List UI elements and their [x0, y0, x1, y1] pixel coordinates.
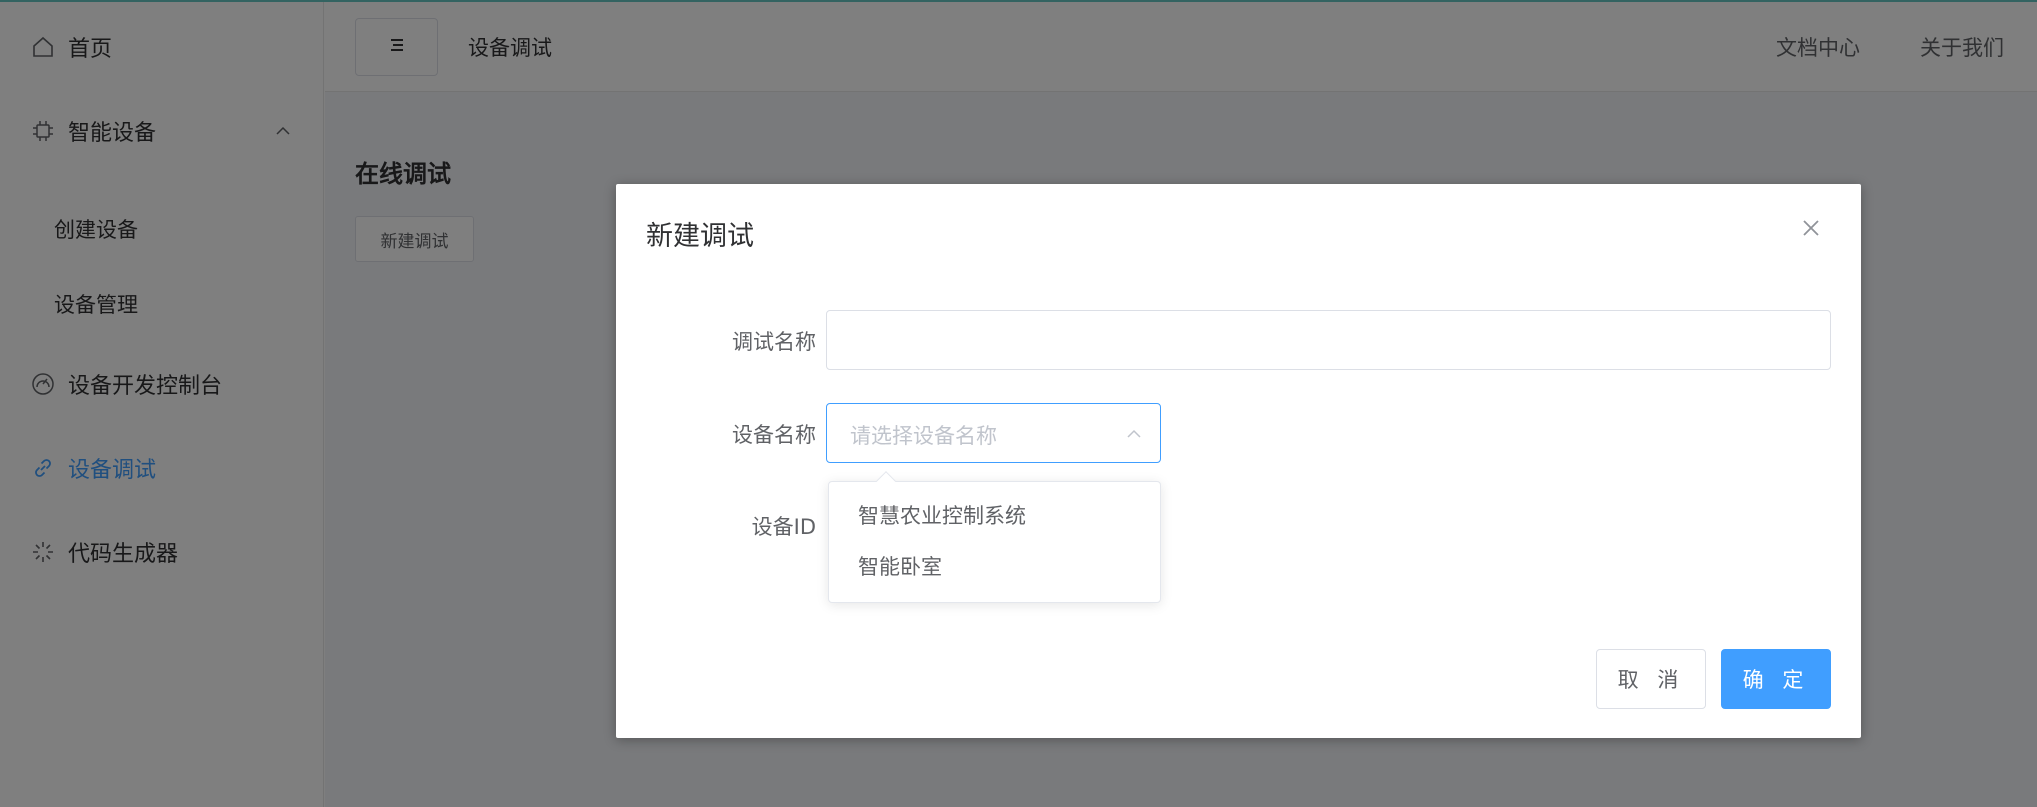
dialog-title: 新建调试: [646, 221, 754, 252]
debug-name-label: 调试名称: [732, 330, 816, 354]
dropdown-option[interactable]: 智能卧室: [829, 541, 1162, 591]
chevron-up-icon: [1124, 424, 1144, 444]
dropdown-caret: [876, 471, 896, 491]
device-select-dropdown: 智慧农业控制系统 智能卧室: [828, 471, 1162, 603]
confirm-button[interactable]: 确 定: [1721, 649, 1831, 709]
dropdown-option[interactable]: 智慧农业控制系统: [829, 490, 1162, 540]
debug-name-input[interactable]: [826, 310, 1831, 370]
close-icon[interactable]: [1801, 218, 1821, 238]
device-id-label: 设备ID: [751, 515, 816, 539]
device-name-select[interactable]: 请选择设备名称: [826, 403, 1161, 463]
app-window: 首页 智能设备 创建设备 设备管理 设备开发控制台: [0, 0, 2037, 807]
select-placeholder: 请选择设备名称: [850, 424, 997, 448]
new-debug-dialog: 新建调试 调试名称 设备名称 请选择设备名称 设备ID 智慧农业控制系统 智能卧…: [616, 184, 1861, 738]
cancel-button[interactable]: 取 消: [1596, 649, 1706, 709]
device-name-label: 设备名称: [732, 423, 816, 447]
